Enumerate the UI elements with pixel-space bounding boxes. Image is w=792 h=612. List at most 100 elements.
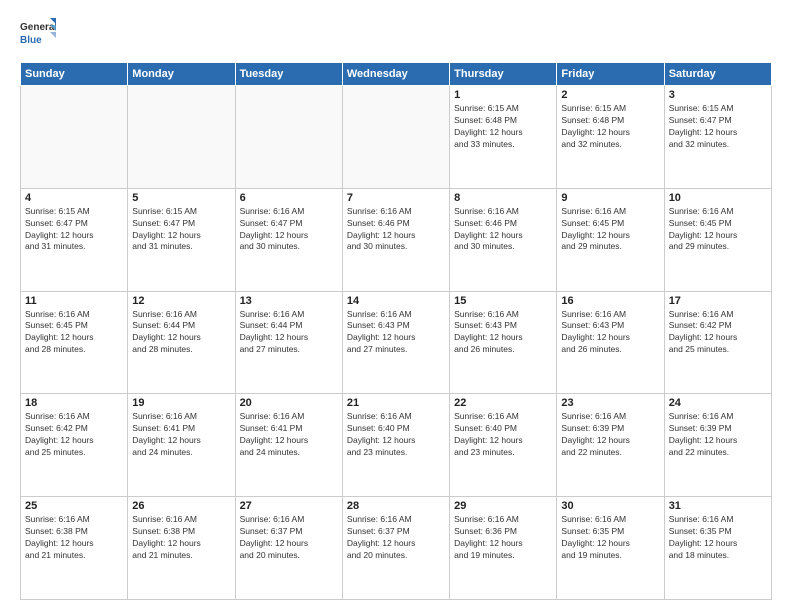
calendar-day-cell: 24 Sunrise: 6:16 AM Sunset: 6:39 PM Dayli… xyxy=(664,394,771,497)
calendar-day-cell: 11 Sunrise: 6:16 AM Sunset: 6:45 PM Dayli… xyxy=(21,291,128,394)
day-info: Sunrise: 6:16 AM Sunset: 6:46 PM Dayligh… xyxy=(454,206,552,254)
day-info: Sunrise: 6:15 AM Sunset: 6:48 PM Dayligh… xyxy=(561,103,659,151)
day-number: 12 xyxy=(132,295,230,307)
calendar-day-cell: 28 Sunrise: 6:16 AM Sunset: 6:37 PM Dayli… xyxy=(342,497,449,600)
day-info: Sunrise: 6:16 AM Sunset: 6:35 PM Dayligh… xyxy=(669,514,767,562)
calendar-day-cell: 6 Sunrise: 6:16 AM Sunset: 6:47 PM Daylig… xyxy=(235,188,342,291)
calendar-day-cell: 19Sunrise: 6:16 AM Sunset: 6:41 PM Dayli… xyxy=(128,394,235,497)
day-number: 29 xyxy=(454,500,552,512)
day-number: 25 xyxy=(25,500,123,512)
day-number: 31 xyxy=(669,500,767,512)
day-info: Sunrise: 6:16 AM Sunset: 6:37 PM Dayligh… xyxy=(347,514,445,562)
day-info: Sunrise: 6:16 AM Sunset: 6:45 PM Dayligh… xyxy=(561,206,659,254)
day-number: 7 xyxy=(347,192,445,204)
calendar-day-cell: 1 Sunrise: 6:15 AM Sunset: 6:48 PM Daylig… xyxy=(450,86,557,189)
calendar-day-header: Sunday xyxy=(21,63,128,86)
day-info: Sunrise: 6:16 AM Sunset: 6:42 PM Dayligh… xyxy=(669,309,767,357)
calendar-day-cell: 26 Sunrise: 6:16 AM Sunset: 6:38 PM Dayli… xyxy=(128,497,235,600)
day-number: 2 xyxy=(561,89,659,101)
day-info: Sunrise: 6:15 AM Sunset: 6:48 PM Dayligh… xyxy=(454,103,552,151)
calendar-week-row: 18 Sunrise: 6:16 AM Sunset: 6:42 PM Dayli… xyxy=(21,394,772,497)
day-number: 6 xyxy=(240,192,338,204)
calendar-day-cell: 17 Sunrise: 6:16 AM Sunset: 6:42 PM Dayli… xyxy=(664,291,771,394)
day-number: 21 xyxy=(347,397,445,409)
day-number: 9 xyxy=(561,192,659,204)
day-info: Sunrise: 6:16 AM Sunset: 6:35 PM Dayligh… xyxy=(561,514,659,562)
day-number: 5 xyxy=(132,192,230,204)
calendar-day-cell: 22 Sunrise: 6:16 AM Sunset: 6:40 PM Dayli… xyxy=(450,394,557,497)
day-number: 22 xyxy=(454,397,552,409)
day-info: Sunrise: 6:16 AM Sunset: 6:41 PM Dayligh… xyxy=(132,411,230,459)
calendar-day-cell: 15 Sunrise: 6:16 AM Sunset: 6:43 PM Dayli… xyxy=(450,291,557,394)
calendar-day-cell: 16Sunrise: 6:16 AM Sunset: 6:43 PM Dayli… xyxy=(557,291,664,394)
day-number: 26 xyxy=(132,500,230,512)
day-number: 1 xyxy=(454,89,552,101)
day-info: Sunrise: 6:15 AM Sunset: 6:47 PM Dayligh… xyxy=(132,206,230,254)
calendar-day-cell: 2 Sunrise: 6:15 AM Sunset: 6:48 PM Daylig… xyxy=(557,86,664,189)
day-number: 11 xyxy=(25,295,123,307)
logo: General Blue xyxy=(20,16,56,52)
calendar-week-row: 25 Sunrise: 6:16 AM Sunset: 6:38 PM Dayli… xyxy=(21,497,772,600)
svg-text:Blue: Blue xyxy=(20,35,42,46)
day-number: 16 xyxy=(561,295,659,307)
day-info: Sunrise: 6:16 AM Sunset: 6:47 PM Dayligh… xyxy=(240,206,338,254)
day-number: 10 xyxy=(669,192,767,204)
day-info: Sunrise: 6:16 AM Sunset: 6:42 PM Dayligh… xyxy=(25,411,123,459)
day-number: 3 xyxy=(669,89,767,101)
calendar-day-cell: 18 Sunrise: 6:16 AM Sunset: 6:42 PM Dayli… xyxy=(21,394,128,497)
calendar-day-cell xyxy=(235,86,342,189)
day-info: Sunrise: 6:16 AM Sunset: 6:45 PM Dayligh… xyxy=(25,309,123,357)
day-number: 17 xyxy=(669,295,767,307)
calendar-day-header: Thursday xyxy=(450,63,557,86)
day-number: 4 xyxy=(25,192,123,204)
day-info: Sunrise: 6:16 AM Sunset: 6:40 PM Dayligh… xyxy=(347,411,445,459)
calendar-day-cell: 10 Sunrise: 6:16 AM Sunset: 6:45 PM Dayli… xyxy=(664,188,771,291)
calendar-day-cell: 8Sunrise: 6:16 AM Sunset: 6:46 PM Daylig… xyxy=(450,188,557,291)
day-info: Sunrise: 6:16 AM Sunset: 6:40 PM Dayligh… xyxy=(454,411,552,459)
day-info: Sunrise: 6:16 AM Sunset: 6:38 PM Dayligh… xyxy=(132,514,230,562)
day-number: 18 xyxy=(25,397,123,409)
calendar-day-cell xyxy=(21,86,128,189)
day-number: 20 xyxy=(240,397,338,409)
calendar-day-cell: 9 Sunrise: 6:16 AM Sunset: 6:45 PM Daylig… xyxy=(557,188,664,291)
calendar-day-cell: 23Sunrise: 6:16 AM Sunset: 6:39 PM Dayli… xyxy=(557,394,664,497)
calendar-day-cell: 4Sunrise: 6:15 AM Sunset: 6:47 PM Daylig… xyxy=(21,188,128,291)
day-info: Sunrise: 6:16 AM Sunset: 6:44 PM Dayligh… xyxy=(240,309,338,357)
day-number: 23 xyxy=(561,397,659,409)
day-info: Sunrise: 6:16 AM Sunset: 6:43 PM Dayligh… xyxy=(347,309,445,357)
day-number: 14 xyxy=(347,295,445,307)
day-info: Sunrise: 6:16 AM Sunset: 6:41 PM Dayligh… xyxy=(240,411,338,459)
day-number: 15 xyxy=(454,295,552,307)
calendar-day-header: Saturday xyxy=(664,63,771,86)
calendar-header-row: SundayMondayTuesdayWednesdayThursdayFrid… xyxy=(21,63,772,86)
calendar-day-cell: 5 Sunrise: 6:15 AM Sunset: 6:47 PM Daylig… xyxy=(128,188,235,291)
day-info: Sunrise: 6:15 AM Sunset: 6:47 PM Dayligh… xyxy=(669,103,767,151)
day-number: 28 xyxy=(347,500,445,512)
calendar-day-cell: 30Sunrise: 6:16 AM Sunset: 6:35 PM Dayli… xyxy=(557,497,664,600)
day-info: Sunrise: 6:16 AM Sunset: 6:38 PM Dayligh… xyxy=(25,514,123,562)
calendar-week-row: 1 Sunrise: 6:15 AM Sunset: 6:48 PM Daylig… xyxy=(21,86,772,189)
calendar-day-cell: 7Sunrise: 6:16 AM Sunset: 6:46 PM Daylig… xyxy=(342,188,449,291)
calendar-day-cell: 25 Sunrise: 6:16 AM Sunset: 6:38 PM Dayli… xyxy=(21,497,128,600)
day-info: Sunrise: 6:16 AM Sunset: 6:36 PM Dayligh… xyxy=(454,514,552,562)
calendar-day-header: Tuesday xyxy=(235,63,342,86)
calendar-day-header: Monday xyxy=(128,63,235,86)
day-number: 24 xyxy=(669,397,767,409)
calendar-day-cell xyxy=(342,86,449,189)
calendar-day-header: Friday xyxy=(557,63,664,86)
calendar-day-cell: 12 Sunrise: 6:16 AM Sunset: 6:44 PM Dayli… xyxy=(128,291,235,394)
calendar-day-cell xyxy=(128,86,235,189)
day-number: 27 xyxy=(240,500,338,512)
day-info: Sunrise: 6:16 AM Sunset: 6:44 PM Dayligh… xyxy=(132,309,230,357)
svg-text:General: General xyxy=(20,22,56,33)
day-info: Sunrise: 6:16 AM Sunset: 6:39 PM Dayligh… xyxy=(669,411,767,459)
calendar-day-header: Wednesday xyxy=(342,63,449,86)
day-info: Sunrise: 6:16 AM Sunset: 6:43 PM Dayligh… xyxy=(454,309,552,357)
page: General Blue SundayMondayTuesdayWednesda… xyxy=(0,0,792,612)
header: General Blue xyxy=(20,16,772,52)
calendar-week-row: 4 Sunrise: 6:15 AM Sunset: 6:47 PM Daylig… xyxy=(21,188,772,291)
day-info: Sunrise: 6:16 AM Sunset: 6:45 PM Dayligh… xyxy=(669,206,767,254)
calendar-day-cell: 29 Sunrise: 6:16 AM Sunset: 6:36 PM Dayli… xyxy=(450,497,557,600)
calendar-week-row: 11 Sunrise: 6:16 AM Sunset: 6:45 PM Dayli… xyxy=(21,291,772,394)
calendar-day-cell: 14 Sunrise: 6:16 AM Sunset: 6:43 PM Dayli… xyxy=(342,291,449,394)
